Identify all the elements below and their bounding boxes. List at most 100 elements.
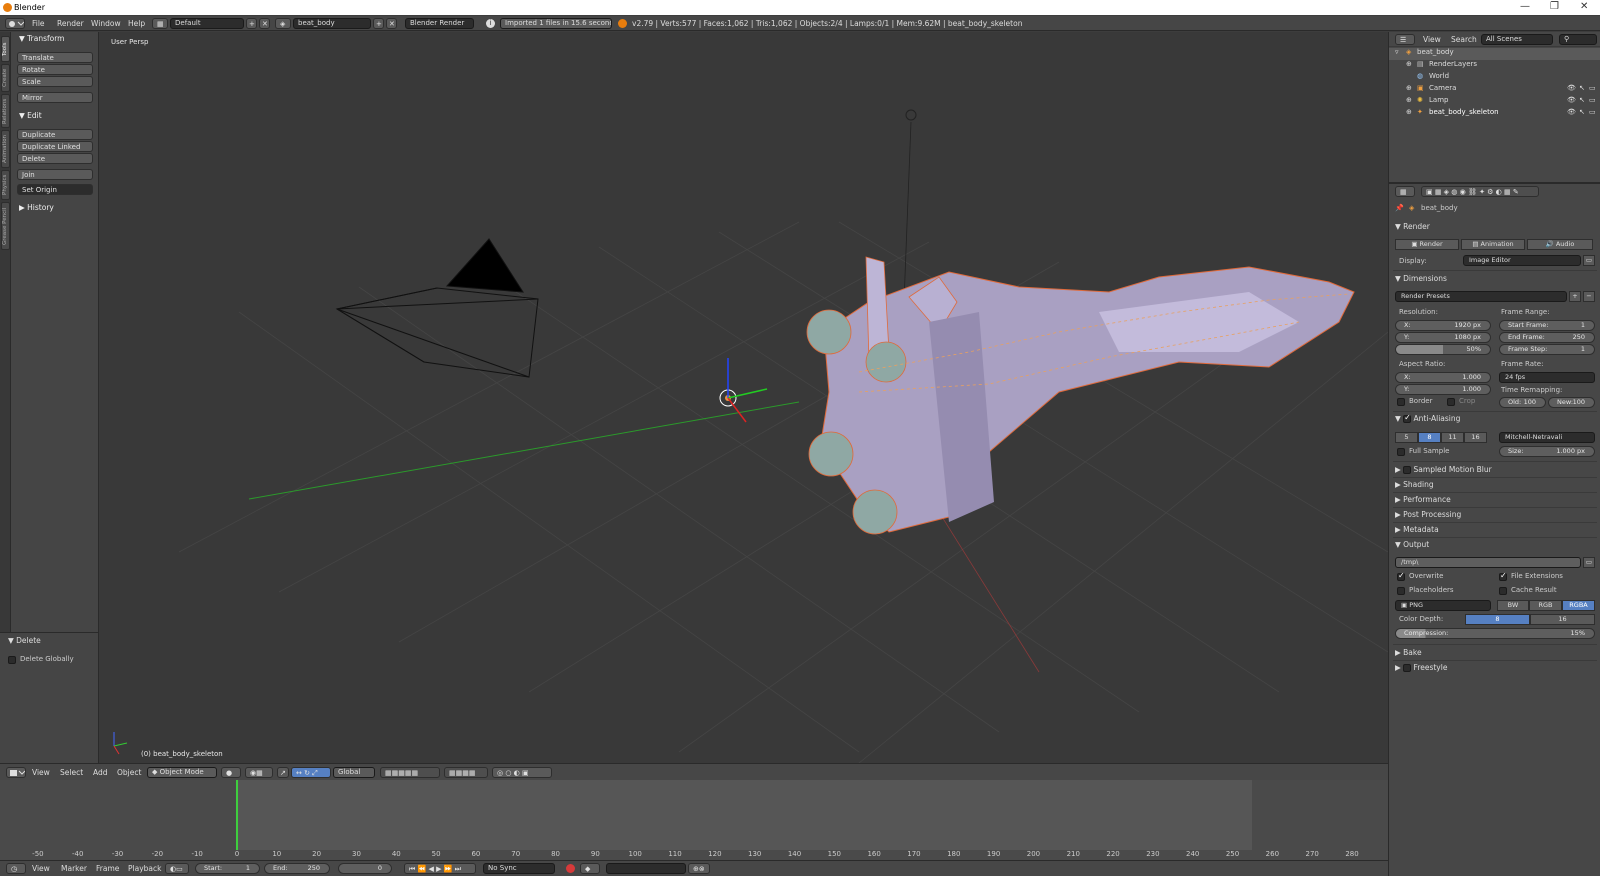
tab-relations[interactable]: Relations [1,94,10,128]
output-panel-header[interactable]: ▼ Output [1395,540,1429,549]
render-presets-select[interactable]: Render Presets [1395,291,1567,302]
start-frame-prop-field[interactable]: Start Frame: 1 [1499,320,1595,331]
visibility-eye-icon[interactable]: 👁 [1567,84,1576,92]
anti-aliasing-checkbox[interactable] [1403,413,1412,423]
layout-icon[interactable]: ▦ [152,18,168,29]
aa-samples-8[interactable]: 8 [1418,432,1441,443]
render-image-button[interactable]: ▣ Render [1395,239,1459,250]
add-scene-icon[interactable]: + [373,18,384,29]
edit-panel-header[interactable]: ▼ Edit [19,111,42,120]
file-format-select[interactable]: ▣ PNG [1395,600,1491,611]
manipulator-types[interactable]: ↔ ↻ ⤢ [291,767,331,778]
full-sample-checkbox[interactable] [1397,448,1405,456]
compression-slider[interactable]: Compression: 15% [1395,628,1595,639]
overwrite-checkbox[interactable] [1397,571,1405,581]
freestyle-checkbox[interactable] [1403,664,1412,672]
motion-blur-checkbox[interactable] [1403,466,1412,474]
timeline-menu-view[interactable]: View [32,864,50,873]
view3d-editor-type-icon[interactable] [6,767,26,778]
set-origin-dropdown[interactable]: Set Origin [17,184,93,195]
select-arrow-icon[interactable]: ↖ [1579,108,1585,116]
rotate-button[interactable]: Rotate [17,64,93,75]
pin-icon[interactable]: 📌 [1395,204,1404,212]
outliner-item-world[interactable]: ◍ World [1389,72,1600,84]
keying-set-field[interactable] [606,863,686,874]
visibility-eye-icon[interactable]: 👁 [1567,108,1576,116]
post-processing-panel-header[interactable]: ▶ Post Processing [1395,510,1461,519]
aa-samples-11[interactable]: 11 [1441,432,1464,443]
aspect-y-field[interactable]: Y: 1.000 [1395,384,1491,395]
display-window-icon[interactable]: ▭ [1583,255,1595,266]
render-engine-select[interactable]: Blender Render [405,18,474,29]
outliner-item-camera[interactable]: ⊕ ▣ Camera 👁 ↖ ▭ [1389,84,1600,96]
render-animation-button[interactable]: ▤ Animation [1461,239,1525,250]
scene-icon[interactable]: ◈ [275,18,291,29]
lamp-object[interactable] [905,109,917,121]
editor-type-icon[interactable] [5,18,25,29]
render-audio-button[interactable]: 🔊 Audio [1527,239,1593,250]
layers-1-10[interactable]: ▦▦▦▦▦ [380,767,440,778]
timeline-menu-playback[interactable]: Playback [128,864,161,873]
outliner-item-lamp[interactable]: ⊕ ✺ Lamp 👁 ↖ ▭ [1389,96,1600,108]
aa-samples-16[interactable]: 16 [1464,432,1487,443]
minimize-button[interactable]: — [1520,1,1530,12]
add-preset-icon[interactable]: + [1569,291,1581,302]
viewport-menu-view[interactable]: View [32,768,50,777]
outliner-display-mode[interactable]: All Scenes [1481,34,1553,45]
sync-mode-select[interactable]: No Sync [483,863,555,874]
render-camera-icon[interactable]: ▭ [1589,84,1596,92]
keying-icon[interactable]: ◆ [580,863,600,874]
duplicate-linked-button[interactable]: Duplicate Linked [17,141,93,152]
color-mode-bw[interactable]: BW [1497,600,1529,611]
select-arrow-icon[interactable]: ↖ [1579,96,1585,104]
end-frame-field[interactable]: End: 250 [264,863,330,874]
properties-context-tabs[interactable]: ▣ ▦ ◈ ◍ ◉ ⛓ ✦ ⚙ ◐ ▦ ✎ [1421,186,1539,197]
mode-select[interactable]: ◆ Object Mode [147,767,217,778]
outliner-item-skeleton[interactable]: ⊕ ✦ beat_body_skeleton 👁 ↖ ▭ [1389,108,1600,120]
remap-old-field[interactable]: Old: 100 [1499,397,1546,408]
properties-editor-type-icon[interactable]: ▦ [1395,186,1415,197]
render-camera-icon[interactable]: ▭ [1589,96,1596,104]
translate-button[interactable]: Translate [17,52,93,63]
add-layout-icon[interactable]: + [246,18,257,29]
outliner-editor-type-icon[interactable]: ☰ [1395,34,1415,45]
duplicate-button[interactable]: Duplicate [17,129,93,140]
scale-button[interactable]: Scale [17,76,93,87]
shading-panel-header[interactable]: ▶ Shading [1395,480,1434,489]
filter-size-field[interactable]: Size: 1.000 px [1499,446,1595,457]
render-camera-icon[interactable]: ▭ [1589,108,1596,116]
timeline-menu-frame[interactable]: Frame [96,864,119,873]
start-frame-field[interactable]: Start: 1 [195,863,260,874]
viewport-menu-object[interactable]: Object [117,768,141,777]
remove-layout-icon[interactable]: ✕ [259,18,270,29]
menu-render[interactable]: Render [57,19,84,28]
menu-window[interactable]: Window [91,19,121,28]
file-extensions-checkbox[interactable] [1499,571,1507,581]
tab-grease-pencil[interactable]: Grease Pencil [1,202,10,250]
manipulator-toggle[interactable]: ↗ [277,767,289,778]
performance-panel-header[interactable]: ▶ Performance [1395,495,1451,504]
cache-result-checkbox[interactable] [1499,587,1507,595]
aa-filter-select[interactable]: Mitchell-Netravali [1499,432,1595,443]
current-frame-cursor[interactable] [236,780,238,850]
resolution-x-field[interactable]: X: 1920 px [1395,320,1491,331]
select-arrow-icon[interactable]: ↖ [1579,84,1585,92]
menu-file[interactable]: File [32,19,45,28]
delete-button[interactable]: Delete [17,153,93,164]
insert-keyframe-icons[interactable]: ⊕⊗ [688,863,710,874]
outliner-search-input[interactable]: ⚲ [1559,34,1597,45]
sampled-motion-blur-panel-header[interactable]: ▶ Sampled Motion Blur [1395,465,1492,474]
placeholders-checkbox[interactable] [1397,587,1405,595]
beat-body-mesh[interactable] [806,256,1355,535]
maximize-button[interactable]: ❐ [1550,1,1559,12]
resolution-y-field[interactable]: Y: 1080 px [1395,332,1491,343]
transform-panel-header[interactable]: ▼ Transform [19,34,64,43]
viewport-menu-add[interactable]: Add [93,768,108,777]
output-path-field[interactable]: /tmp\ [1395,557,1581,568]
record-icon[interactable] [566,864,575,873]
dimensions-panel-header[interactable]: ▼ Dimensions [1395,274,1447,283]
playback-controls[interactable]: ⏮ ⏪ ◀ ▶ ⏩ ⏭ [404,863,476,874]
camera-object[interactable] [335,238,539,378]
aspect-x-field[interactable]: X: 1.000 [1395,372,1491,383]
tab-create[interactable]: Create [1,64,10,92]
